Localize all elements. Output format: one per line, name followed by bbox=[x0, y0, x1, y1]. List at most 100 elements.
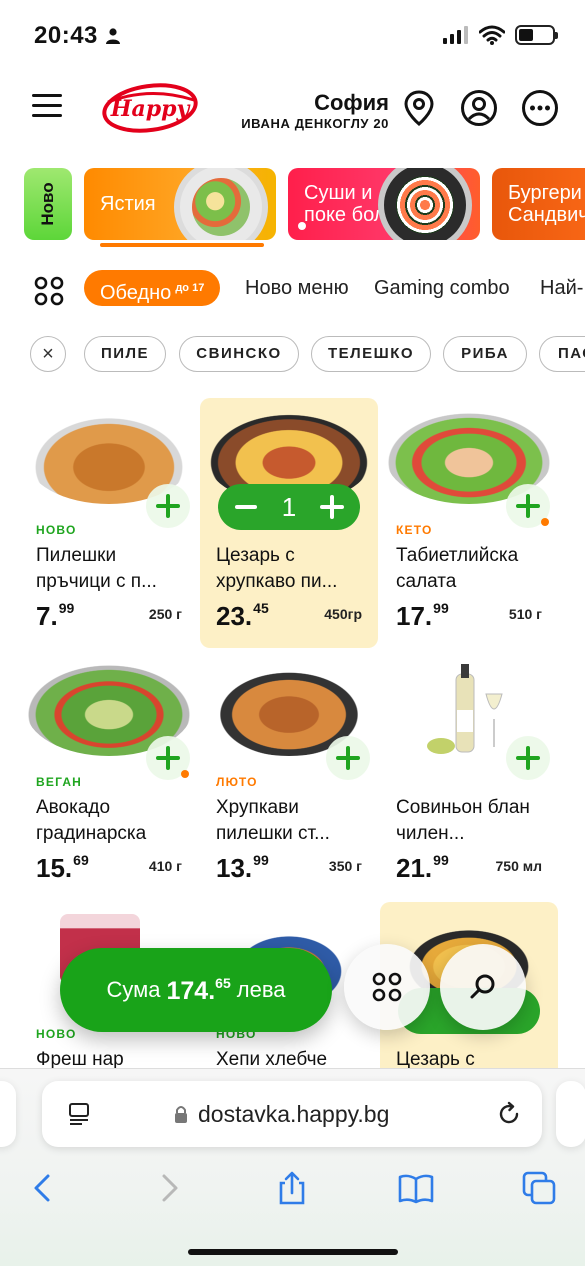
subnav-bestsellers[interactable]: Най- bbox=[540, 277, 583, 300]
cart-total-button[interactable]: Сума 174.65 лева bbox=[60, 948, 332, 1032]
product-price: 21.99 bbox=[396, 852, 449, 883]
product-weight: 450гр bbox=[324, 606, 362, 622]
product-price: 23.45 bbox=[216, 600, 269, 631]
product-tag: ВЕГАН bbox=[36, 775, 83, 789]
product-name: Пилешки пръчици с п... bbox=[36, 545, 157, 592]
quantity-value: 1 bbox=[281, 491, 297, 522]
grid-menu-icon bbox=[372, 972, 402, 1002]
bookmarks-icon[interactable] bbox=[398, 1171, 434, 1205]
location-pin-icon[interactable] bbox=[400, 89, 438, 127]
tabs-icon[interactable] bbox=[522, 1171, 558, 1205]
category-dishes[interactable]: Ястия bbox=[84, 168, 276, 240]
cart-total: 174.65 bbox=[166, 974, 231, 1005]
product-price: 17.99 bbox=[396, 600, 449, 631]
battery-icon bbox=[515, 25, 558, 45]
subnav-lunch-tab[interactable]: Обедно до 17 bbox=[84, 270, 221, 306]
active-category-underline bbox=[100, 243, 264, 247]
previous-tab-edge[interactable] bbox=[0, 1081, 16, 1147]
plus-icon[interactable] bbox=[320, 495, 344, 519]
reload-icon[interactable] bbox=[496, 1101, 522, 1127]
plus-icon bbox=[516, 746, 540, 770]
product-weight: 250 г bbox=[148, 606, 182, 622]
notification-dot bbox=[181, 770, 189, 778]
category-sushi[interactable]: Суши и поке бол bbox=[288, 168, 480, 240]
product-card[interactable]: Совиньон блан чилен... 21.99 750 мл bbox=[380, 650, 558, 900]
filter-chicken[interactable]: ПИЛЕ bbox=[84, 336, 166, 372]
next-tab-edge[interactable] bbox=[556, 1081, 585, 1147]
grid-menu-icon[interactable] bbox=[34, 276, 64, 306]
product-weight: 350 г bbox=[328, 858, 362, 874]
categories-fab[interactable] bbox=[344, 944, 430, 1030]
plus-icon bbox=[336, 746, 360, 770]
category-label: Ястия bbox=[100, 193, 156, 215]
filter-beef[interactable]: ТЕЛЕШКО bbox=[311, 336, 431, 372]
more-options-icon[interactable] bbox=[521, 89, 559, 127]
plus-icon bbox=[156, 494, 180, 518]
menu-subnav: Обедно до 17 Ново меню Gaming combo Най- bbox=[0, 268, 585, 312]
quantity-stepper[interactable]: 1 bbox=[218, 484, 360, 530]
category-burgers[interactable]: Бургери Сандвичи bbox=[492, 168, 585, 240]
filter-pork[interactable]: СВИНСКО bbox=[179, 336, 299, 372]
minus-icon[interactable] bbox=[234, 495, 258, 519]
product-tag: ЛЮТО bbox=[216, 775, 258, 789]
plus-icon bbox=[516, 494, 540, 518]
share-icon[interactable] bbox=[274, 1171, 310, 1205]
product-name: Совиньон блан чилен... bbox=[396, 797, 530, 844]
clear-filters-button[interactable]: × bbox=[30, 336, 66, 372]
plus-icon bbox=[156, 746, 180, 770]
subnav-gaming-combo[interactable]: Gaming combo bbox=[374, 277, 510, 300]
reader-mode-icon[interactable] bbox=[66, 1101, 92, 1127]
url-text: dostavka.happy.bg bbox=[198, 1101, 390, 1127]
status-bar: 20:43 bbox=[0, 0, 585, 70]
svg-text:Happy: Happy bbox=[110, 96, 192, 122]
hamburger-menu-button[interactable] bbox=[32, 94, 62, 118]
forward-icon[interactable] bbox=[150, 1171, 186, 1205]
status-indicators bbox=[443, 25, 558, 45]
product-weight: 510 г bbox=[508, 606, 542, 622]
product-name: Хрупкави пилешки ст... bbox=[216, 797, 330, 844]
product-name: Табиетлийска салата bbox=[396, 545, 519, 592]
product-price: 15.69 bbox=[36, 852, 89, 883]
add-to-cart-button[interactable] bbox=[506, 736, 550, 780]
profile-icon[interactable] bbox=[460, 89, 498, 127]
add-to-cart-button[interactable] bbox=[326, 736, 370, 780]
search-fab[interactable] bbox=[440, 944, 526, 1030]
add-to-cart-button[interactable] bbox=[146, 484, 190, 528]
category-new[interactable]: Ново bbox=[24, 168, 72, 240]
category-carousel: Ново Ястия Суши и поке бол Бургери Сандв… bbox=[0, 166, 585, 244]
filter-fish[interactable]: РИБА bbox=[443, 336, 527, 372]
product-price: 7.99 bbox=[36, 600, 75, 631]
browser-chrome: dostavka.happy.bg bbox=[0, 1068, 585, 1266]
indicator-dot bbox=[298, 222, 306, 230]
home-indicator[interactable] bbox=[188, 1249, 398, 1255]
category-label: Ново bbox=[38, 182, 57, 226]
product-weight: 410 г bbox=[148, 858, 182, 874]
product-card-selected[interactable]: 1 Цезарь с хрупкаво пи... 23.45 450гр bbox=[200, 398, 378, 648]
filter-pasta[interactable]: ПАС bbox=[539, 336, 585, 372]
cart-currency: лева bbox=[236, 977, 286, 1002]
sushi-image bbox=[378, 168, 472, 240]
address-bar[interactable]: dostavka.happy.bg bbox=[42, 1081, 542, 1147]
happy-logo[interactable]: Happy bbox=[100, 80, 200, 136]
back-icon[interactable] bbox=[26, 1171, 62, 1205]
address-label[interactable]: ИВАНА ДЕНКОГЛУ 20 bbox=[241, 116, 389, 131]
product-card[interactable]: НОВО Пилешки пръчици с п... 7.99 250 г bbox=[20, 398, 198, 648]
product-name: Цезарь с хрупкаво пи... bbox=[216, 545, 338, 592]
subnav-new-menu[interactable]: Ново меню bbox=[245, 277, 349, 300]
lock-icon bbox=[175, 1106, 187, 1123]
city-label[interactable]: София bbox=[314, 90, 389, 116]
notification-dot bbox=[541, 518, 549, 526]
wifi-icon bbox=[479, 25, 505, 45]
product-card[interactable]: КЕТО Табиетлийска салата 17.99 510 г bbox=[380, 398, 558, 648]
product-card[interactable]: ЛЮТО Хрупкави пилешки ст... 13.99 350 г bbox=[200, 650, 378, 900]
product-weight: 750 мл bbox=[495, 858, 543, 874]
category-label: Бургери Сандвичи bbox=[508, 182, 585, 226]
subnav-lunch-label: Обедно bbox=[100, 282, 172, 304]
person-icon bbox=[106, 28, 120, 44]
search-icon bbox=[470, 974, 495, 999]
product-name: Авокадо градинарска bbox=[36, 797, 147, 844]
product-tag: НОВО bbox=[36, 523, 77, 537]
product-card[interactable]: ВЕГАН Авокадо градинарска 15.69 410 г bbox=[20, 650, 198, 900]
product-tag: КЕТО bbox=[396, 523, 433, 537]
signal-icon bbox=[443, 26, 468, 44]
